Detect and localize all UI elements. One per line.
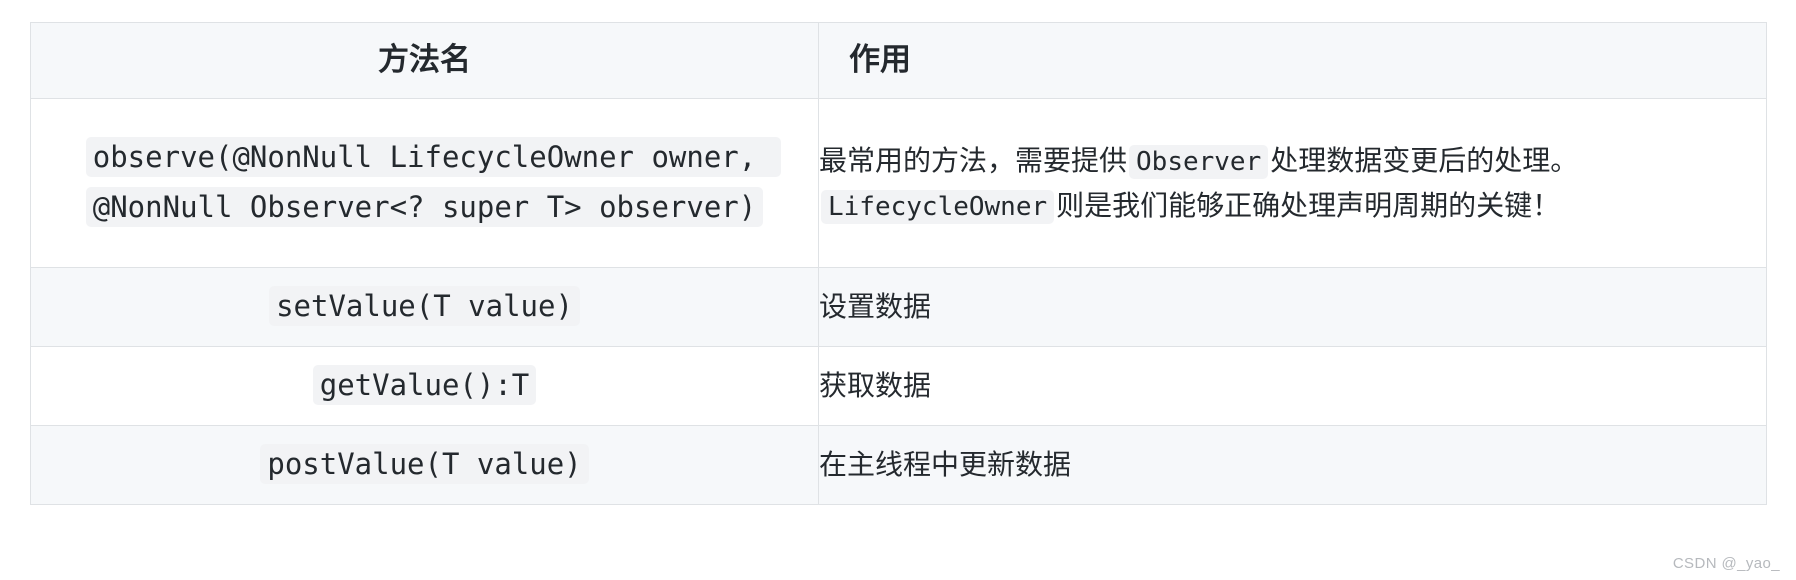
method-reference-table: 方法名 作用 observe(@NonNull LifecycleOwner o… <box>30 22 1767 505</box>
document-page: 方法名 作用 observe(@NonNull LifecycleOwner o… <box>0 0 1796 580</box>
table-row: postValue(T value) 在主线程中更新数据 <box>30 425 1767 505</box>
effect-text-postvalue: 在主线程中更新数据 <box>819 449 1072 481</box>
cell-method-getvalue: getValue():T <box>30 346 819 426</box>
effect-text-setvalue: 设置数据 <box>819 291 932 323</box>
effect-text-segment-3: 则是我们能够正确处理声明周期的关键！ <box>1056 190 1561 221</box>
table-row: observe(@NonNull LifecycleOwner owner, @… <box>30 98 1767 268</box>
table-row: getValue():T 获取数据 <box>30 346 1767 426</box>
column-header-method: 方法名 <box>30 22 819 99</box>
code-lifecycleowner-class: LifecycleOwner <box>821 190 1055 224</box>
code-setvalue-signature: setValue(T value) <box>269 286 580 327</box>
cell-effect-setvalue: 设置数据 <box>818 267 1767 347</box>
cell-method-observe: observe(@NonNull LifecycleOwner owner, @… <box>30 98 819 268</box>
table-header-row: 方法名 作用 <box>30 22 1767 99</box>
cell-effect-getvalue: 获取数据 <box>818 346 1767 426</box>
code-observe-signature: observe(@NonNull LifecycleOwner owner, @… <box>85 137 781 227</box>
table-body: observe(@NonNull LifecycleOwner owner, @… <box>30 98 1767 505</box>
cell-effect-postvalue: 在主线程中更新数据 <box>818 425 1767 505</box>
column-header-effect: 作用 <box>818 22 1767 99</box>
code-observer-class: Observer <box>1129 144 1269 179</box>
cell-method-setvalue: setValue(T value) <box>30 267 819 347</box>
effect-text-segment-2: 处理数据变更后的处理。 <box>1270 144 1579 176</box>
table-row: setValue(T value) 设置数据 <box>30 267 1767 347</box>
csdn-watermark: CSDN @_yao_ <box>1672 555 1780 572</box>
code-getvalue-signature: getValue():T <box>312 365 537 406</box>
cell-effect-observe: 最常用的方法，需要提供 Observer 处理数据变更后的处理。 LifecycleO… <box>818 98 1767 268</box>
code-postvalue-signature: postValue(T value) <box>260 444 589 485</box>
table-header: 方法名 作用 <box>30 22 1767 99</box>
effect-text-getvalue: 获取数据 <box>819 370 932 402</box>
effect-text-segment-1: 最常用的方法，需要提供 <box>819 144 1128 176</box>
cell-method-postvalue: postValue(T value) <box>30 425 819 505</box>
